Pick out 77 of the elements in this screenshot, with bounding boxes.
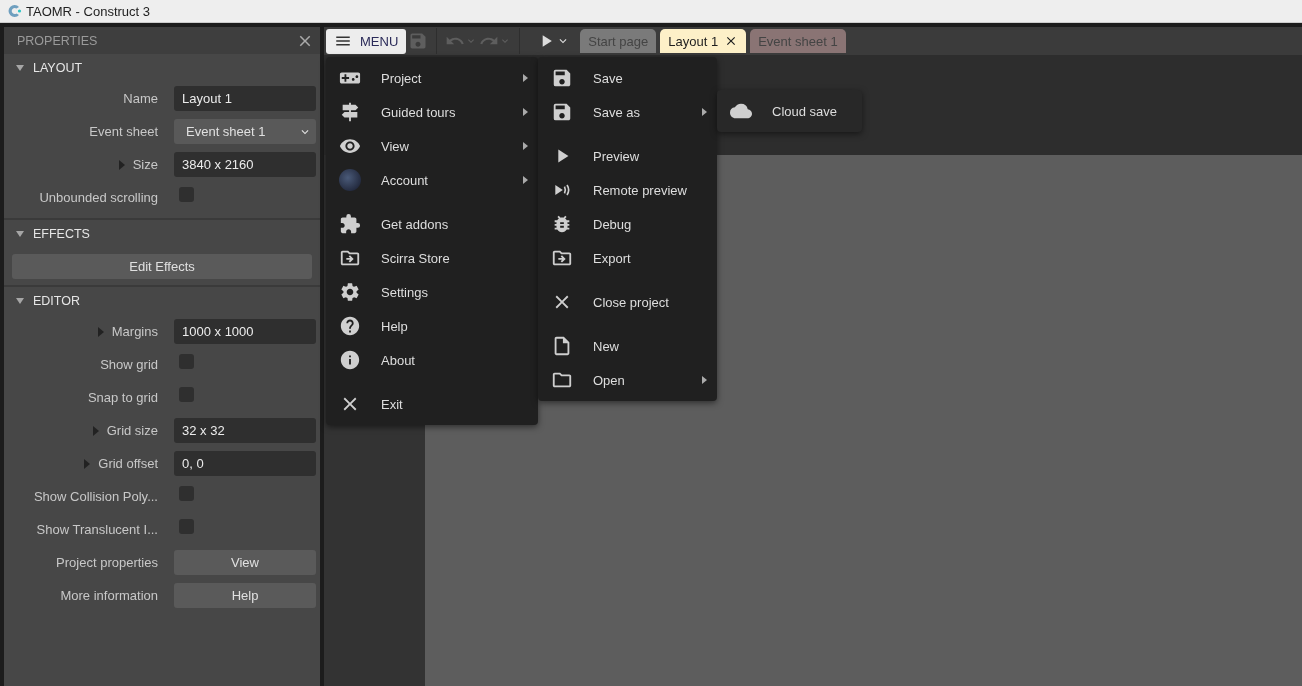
checkbox[interactable] — [179, 518, 194, 534]
menu-item[interactable]: Export — [538, 241, 717, 275]
property-label: Event sheet — [89, 124, 158, 139]
settings-icon — [339, 281, 361, 303]
property-label: Snap to grid — [87, 390, 158, 405]
editor-tab[interactable]: Layout 1 — [660, 29, 747, 53]
save-icon[interactable] — [408, 31, 429, 51]
submenu-arrow-icon — [523, 142, 528, 150]
menu-item[interactable]: Account — [326, 163, 538, 197]
property-label: More information — [60, 588, 158, 603]
property-label: Project properties — [56, 555, 158, 570]
property-label: Show Translucent I... — [36, 522, 158, 537]
menu-item[interactable]: Preview — [538, 139, 717, 173]
input-field[interactable]: 32 x 32 — [174, 418, 316, 443]
menu-item[interactable]: View — [326, 129, 538, 163]
avatar-icon — [339, 169, 361, 191]
submenu-arrow-icon — [702, 108, 707, 116]
property-button[interactable]: View — [174, 550, 316, 575]
menu-item[interactable]: Close project — [538, 285, 717, 319]
menu-item[interactable]: About — [326, 343, 538, 377]
section-title[interactable]: EDITOR — [33, 294, 80, 308]
collapse-arrow-icon[interactable] — [16, 298, 24, 304]
menu-item[interactable]: Save — [538, 61, 717, 95]
help-icon — [339, 315, 361, 337]
puzzle-icon — [339, 213, 361, 235]
expand-arrow-icon[interactable] — [84, 458, 91, 469]
save-icon — [551, 101, 573, 123]
menu-item[interactable]: Debug — [538, 207, 717, 241]
input-field[interactable]: 1000 x 1000 — [174, 319, 316, 344]
property-label: Size — [132, 157, 158, 172]
menu-item[interactable]: Project — [326, 61, 538, 95]
expand-arrow-icon[interactable] — [97, 326, 104, 337]
checkbox[interactable] — [179, 485, 194, 501]
menu-item[interactable]: Open — [538, 363, 717, 397]
expand-arrow-icon[interactable] — [92, 425, 99, 436]
signpost-icon — [339, 101, 361, 123]
menu-item[interactable]: Help — [326, 309, 538, 343]
menu-item[interactable]: Settings — [326, 275, 538, 309]
menu-item[interactable]: Cloud save — [717, 94, 862, 128]
menu-button[interactable]: MENU — [326, 28, 407, 54]
section-title[interactable]: LAYOUT — [33, 61, 83, 75]
collapse-arrow-icon[interactable] — [16, 231, 24, 237]
menu-item[interactable]: Get addons — [326, 207, 538, 241]
property-button[interactable]: Help — [174, 583, 316, 608]
menu-item[interactable]: Save as — [538, 95, 717, 129]
save-icon — [551, 67, 573, 89]
input-field[interactable]: 3840 x 2160 — [174, 152, 316, 177]
expand-arrow-icon[interactable] — [118, 159, 125, 170]
property-label: Grid size — [106, 423, 158, 438]
menu-item[interactable]: Remote preview — [538, 173, 717, 207]
window-title: TAOMR - Construct 3 — [26, 3, 150, 19]
property-label: Grid offset — [98, 456, 158, 471]
section-title[interactable]: EFFECTS — [33, 227, 90, 241]
property-label: Margins — [111, 324, 158, 339]
property-label: Unbounded scrolling — [39, 190, 158, 205]
collapse-arrow-icon[interactable] — [16, 65, 24, 71]
submenu-arrow-icon — [523, 108, 528, 116]
dropdown-field[interactable]: Event sheet 1 — [174, 119, 316, 144]
property-label: Show grid — [100, 357, 158, 372]
submenu-arrow-icon — [702, 376, 707, 384]
menu-item[interactable]: Scirra Store — [326, 241, 538, 275]
menu-item[interactable]: New — [538, 329, 717, 363]
submenu-arrow-icon — [523, 176, 528, 184]
input-field[interactable]: Layout 1 — [174, 86, 316, 111]
panel-title: PROPERTIES — [17, 33, 98, 48]
menu-item[interactable]: Guided tours — [326, 95, 538, 129]
input-field[interactable]: 0, 0 — [174, 451, 316, 476]
edit-effects-button[interactable]: Edit Effects — [12, 254, 312, 279]
checkbox[interactable] — [179, 353, 194, 369]
app-logo-icon — [6, 3, 22, 19]
menu-item[interactable]: Exit — [326, 387, 538, 421]
submenu-arrow-icon — [523, 74, 528, 82]
checkbox[interactable] — [179, 186, 194, 202]
checkbox[interactable] — [179, 386, 194, 402]
property-label: Name — [123, 91, 158, 106]
property-label: Show Collision Poly... — [33, 489, 158, 504]
info-icon — [339, 349, 361, 371]
